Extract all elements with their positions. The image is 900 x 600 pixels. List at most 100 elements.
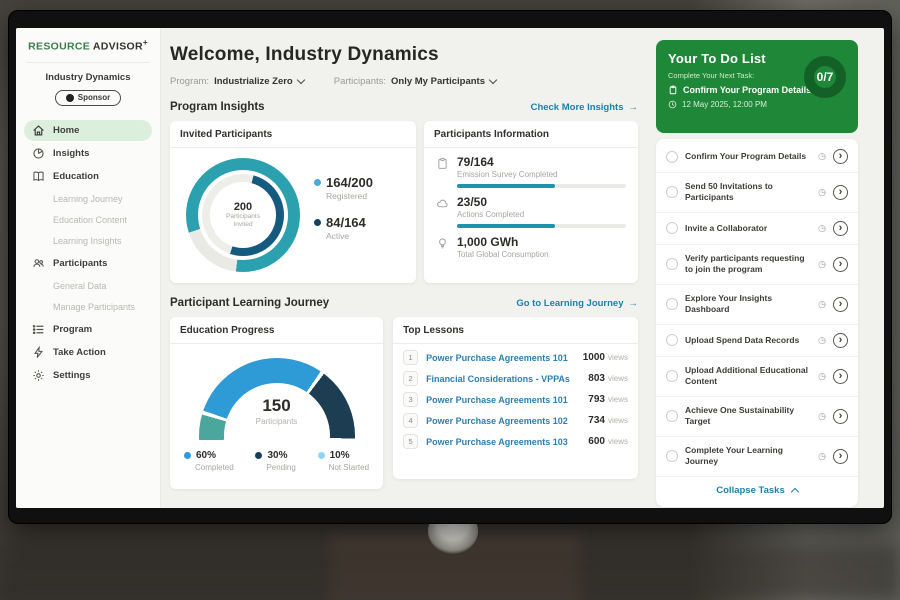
sidebar-item-learning-insights[interactable]: Learning Insights [24, 231, 152, 251]
task-go-button[interactable]: › [833, 369, 848, 384]
active-label: Active [326, 231, 373, 241]
go-to-learning-journey-link[interactable]: Go to Learning Journey → [516, 298, 638, 309]
participants-label: Participants: [334, 76, 386, 87]
legend-item-not-started: 10% Not Started [318, 450, 369, 472]
task-label: Verify participants requesting to join t… [685, 253, 811, 276]
legend-dot [318, 452, 325, 459]
task-row[interactable]: Complete Your Learning Journey ◷ › [656, 437, 858, 477]
lesson-rank: 3 [403, 392, 418, 407]
card-title: Education Progress [170, 317, 383, 344]
task-checkbox[interactable] [666, 334, 678, 346]
legend-dot [184, 452, 191, 459]
insights-icon [32, 147, 45, 160]
task-go-button[interactable]: › [833, 297, 848, 312]
sidebar-item-program[interactable]: Program [24, 319, 152, 340]
filter-bar: Program: Industrialize Zero Participants… [170, 76, 638, 87]
lesson-link[interactable]: Power Purchase Agreements 101 [426, 395, 580, 405]
task-go-button[interactable]: › [833, 333, 848, 348]
dashboard-screen: RESOURCE ADVISOR+ Industry Dynamics Spon… [16, 28, 884, 508]
sidebar-item-education-content[interactable]: Education Content [24, 210, 152, 230]
program-dropdown[interactable]: Program: Industrialize Zero [170, 76, 304, 87]
sidebar-item-label: Education [53, 171, 99, 182]
people-icon [32, 257, 45, 270]
nav-menu: Home Insights Education Learning Journey… [16, 120, 160, 386]
task-checkbox[interactable] [666, 298, 678, 310]
sidebar-item-education[interactable]: Education [24, 166, 152, 187]
lesson-link[interactable]: Power Purchase Agreements 102 [426, 416, 580, 426]
task-row[interactable]: Send 50 Invitations to Participants ◷ › [656, 173, 858, 213]
task-checkbox[interactable] [666, 450, 678, 462]
task-label: Complete Your Learning Journey [685, 445, 811, 468]
gear-icon [32, 369, 45, 382]
sidebar-item-participants[interactable]: Participants [24, 253, 152, 274]
invited-count-label: Participants Invited [220, 213, 266, 230]
task-checkbox[interactable] [666, 186, 678, 198]
task-checkbox[interactable] [666, 370, 678, 382]
task-row[interactable]: Upload Spend Data Records ◷ › [656, 325, 858, 357]
task-label: Upload Additional Educational Content [685, 365, 811, 388]
card-title: Top Lessons [393, 317, 638, 344]
task-go-button[interactable]: › [833, 409, 848, 424]
task-row[interactable]: Upload Additional Educational Content ◷ … [656, 357, 858, 397]
donut-legend: 164/200 Registered 84/164 Active [314, 175, 373, 255]
sidebar-item-label: Participants [53, 258, 107, 269]
lesson-link[interactable]: Power Purchase Agreements 103 [426, 437, 580, 447]
task-row[interactable]: Achieve One Sustainability Target ◷ › [656, 397, 858, 437]
task-go-button[interactable]: › [833, 221, 848, 236]
task-go-button[interactable]: › [833, 449, 848, 464]
task-go-button[interactable]: › [833, 185, 848, 200]
lesson-rank: 1 [403, 350, 418, 365]
collapse-tasks-link[interactable]: Collapse Tasks [656, 477, 858, 505]
lesson-link[interactable]: Financial Considerations - VPPAs [426, 374, 580, 384]
emission-survey-label: Emission Survey Completed [457, 170, 557, 179]
todo-next-due: 12 May 2025, 12:00 PM [668, 100, 846, 109]
active-value: 84/164 [326, 215, 366, 230]
sidebar-item-label: Settings [53, 370, 90, 381]
task-checkbox[interactable] [666, 151, 678, 163]
participants-count-label: Participants [199, 417, 355, 426]
sponsor-dot-icon [66, 94, 74, 102]
todo-panel: Your To Do List Complete Your Next Task:… [656, 28, 858, 508]
task-checkbox[interactable] [666, 258, 678, 270]
lesson-link[interactable]: Power Purchase Agreements 101 [426, 353, 575, 363]
org-name: Industry Dynamics [16, 72, 160, 83]
global-consumption-label: Total Global Consumption [457, 250, 549, 259]
task-label: Send 50 Invitations to Participants [685, 181, 811, 204]
sidebar-item-insights[interactable]: Insights [24, 143, 152, 164]
emission-survey-value: 79/164 [457, 155, 557, 169]
sidebar-item-home[interactable]: Home [24, 120, 152, 141]
task-checkbox[interactable] [666, 410, 678, 422]
sidebar-item-label: Take Action [53, 347, 106, 358]
task-checkbox[interactable] [666, 222, 678, 234]
sidebar-item-manage-participants[interactable]: Manage Participants [24, 297, 152, 317]
sidebar-item-take-action[interactable]: Take Action [24, 342, 152, 363]
task-go-button[interactable]: › [833, 149, 848, 164]
task-row[interactable]: Invite a Collaborator ◷ › [656, 213, 858, 245]
sidebar-item-settings[interactable]: Settings [24, 365, 152, 386]
arrow-right-icon: → [629, 102, 639, 113]
lightbulb-icon [436, 237, 449, 250]
insights-cards-row: Invited Participants 200 Participants In… [170, 121, 638, 283]
task-go-button[interactable]: › [833, 257, 848, 272]
check-more-insights-link[interactable]: Check More Insights → [531, 102, 638, 113]
participants-dropdown[interactable]: Participants: Only My Participants [334, 76, 496, 87]
lesson-views: 793views [588, 394, 628, 405]
task-row[interactable]: Confirm Your Program Details ◷ › [656, 141, 858, 173]
logo-advisor: ADVISOR [93, 41, 143, 53]
legend-item-completed: 60% Completed [184, 450, 234, 472]
sidebar-item-general-data[interactable]: General Data [24, 276, 152, 296]
clock-icon: ◷ [818, 259, 826, 270]
task-row[interactable]: Verify participants requesting to join t… [656, 245, 858, 285]
lesson-views: 734views [588, 415, 628, 426]
task-row[interactable]: Explore Your Insights Dashboard ◷ › [656, 285, 858, 325]
app-logo: RESOURCE ADVISOR+ [16, 28, 160, 53]
sidebar-item-learning-journey[interactable]: Learning Journey [24, 189, 152, 209]
gauge-center: 150 Participants [199, 396, 355, 426]
legend-dot [314, 179, 321, 186]
program-insights-header: Program Insights Check More Insights → [170, 101, 638, 113]
task-label: Confirm Your Program Details [685, 151, 811, 162]
sponsor-badge[interactable]: Sponsor [55, 90, 121, 106]
program-value: Industrialize Zero [214, 76, 293, 87]
card-title: Participants Information [424, 121, 638, 148]
registered-label: Registered [326, 191, 373, 201]
